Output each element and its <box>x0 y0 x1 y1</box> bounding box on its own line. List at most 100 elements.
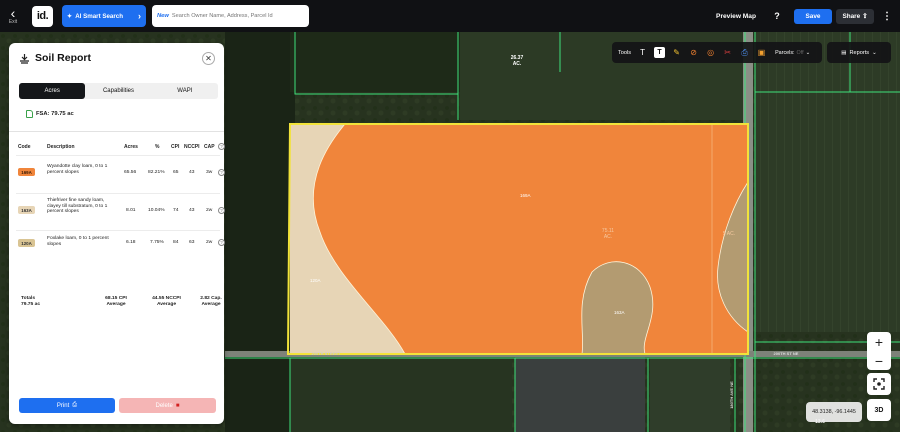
field-southmid <box>515 356 645 432</box>
zoom-in-button[interactable]: + <box>875 334 883 350</box>
exit-label: Exit <box>8 19 18 25</box>
help-circle-icon[interactable]: ? <box>218 239 225 246</box>
more-options-icon[interactable]: ⋮ <box>880 11 894 22</box>
soil-cap: 2w <box>206 208 213 213</box>
fit-bounds-button[interactable] <box>867 373 891 395</box>
search-input[interactable] <box>171 13 297 19</box>
soil-report-panel: Soil Report ✕ Acres Capabilities WAPI FS… <box>9 43 225 424</box>
table-row[interactable]: 169A Wyandotte clay loam, 0 to 1 percent… <box>16 162 225 192</box>
field-shape-icon <box>26 110 33 118</box>
road-label-south: 200TH STREET <box>311 351 341 356</box>
totals-nccpi-sub: Average <box>156 302 177 307</box>
scissors-icon[interactable]: ✂ <box>722 47 733 58</box>
col-header-code: Code <box>18 144 31 150</box>
coordinates-readout: 48.3138, -96.1445 <box>806 402 862 422</box>
printer-icon[interactable]: ⎙ <box>739 47 750 58</box>
totals-nccpi-block: 44.55 NCCPI Average <box>139 296 194 308</box>
delete-label: Delete <box>155 402 173 409</box>
tab-acres[interactable]: Acres <box>19 83 86 99</box>
help-circle-icon[interactable]: ? <box>218 207 225 214</box>
soil-cap: 3w <box>206 170 213 175</box>
col-header-cpi: CPI <box>171 144 180 150</box>
preview-map-button[interactable]: Preview Map <box>716 13 756 20</box>
print-label: Print <box>56 402 70 409</box>
acres-label-north: 26.37 AC. <box>510 55 524 67</box>
acres-label-east: 5 AC. <box>722 231 736 237</box>
panel-divider <box>9 131 224 132</box>
parcels-toggle[interactable]: Parcels: Off ⌄ <box>775 50 810 56</box>
totals-block: Totals 79.75 ac <box>21 296 40 308</box>
zoom-out-button[interactable]: − <box>875 353 883 369</box>
map-tools-bar: Tools T T ✎ ⊘ ◎ ✂ ⎙ ▣ Parcels: Off ⌄ <box>612 42 822 63</box>
col-header-percent: % <box>155 144 160 150</box>
row-divider <box>16 230 220 231</box>
reports-label: Reports <box>849 49 870 56</box>
fit-bounds-icon <box>873 378 885 390</box>
search-box[interactable]: New <box>152 5 309 27</box>
help-circle-icon[interactable]: ? <box>218 143 225 150</box>
print-button[interactable]: Print ⎙ <box>19 398 115 413</box>
chevron-right-icon: › <box>138 11 141 21</box>
table-row[interactable]: 120A Foxlake loam, 0 to 1 percent slopes… <box>16 233 225 255</box>
share-button[interactable]: Share ⇪ <box>836 8 874 24</box>
soil-acres: 65.56 <box>124 170 137 175</box>
fsa-summary: FSA: 79.75 ac <box>26 110 74 118</box>
lasso-icon[interactable]: ◎ <box>705 47 716 58</box>
ai-smart-search-label: AI Smart Search <box>75 12 123 20</box>
soil-percent: 82.21% <box>148 170 165 175</box>
table-row[interactable]: 163A Thiefriver fine sandy loam, clayey … <box>16 196 225 228</box>
top-bar: ‹ Exit id. ✦ AI Smart Search › New Previ… <box>0 0 900 32</box>
new-badge: New <box>157 13 169 19</box>
reports-icon: ▤ <box>841 49 847 56</box>
reports-dropdown[interactable]: ▤ Reports ⌄ <box>827 42 891 63</box>
soil-code-badge: 169A <box>18 168 35 176</box>
parcels-label: Parcels: <box>775 49 795 56</box>
close-icon[interactable]: ✕ <box>202 52 215 65</box>
fsa-label: FSA: 79.75 ac <box>36 111 74 117</box>
soil-cpi: 65 <box>173 170 179 175</box>
totals-cap-sub: Average <box>201 302 221 307</box>
soil-code-lower-label: 163A <box>614 310 625 315</box>
col-header-description: Description <box>47 144 75 150</box>
app-root: 26.37 AC. 75.11 AC. 5 AC. 13.6 169A 120A… <box>0 0 900 432</box>
soil-163A-area[interactable] <box>581 261 653 354</box>
soil-description: Foxlake loam, 0 to 1 percent slopes <box>47 236 109 247</box>
text-box-tool-icon[interactable]: T <box>654 47 666 58</box>
share-label: Share <box>842 12 861 20</box>
app-logo[interactable]: id. <box>32 5 53 27</box>
soil-percent: 10.04% <box>148 208 165 213</box>
text-tool-icon[interactable]: T <box>637 47 648 58</box>
parcels-state: Off <box>796 49 804 56</box>
trash-icon: ■ <box>175 402 180 409</box>
col-header-acres: Acres <box>124 144 138 150</box>
exit-button[interactable]: ‹ Exit <box>0 0 26 32</box>
soil-code-badge: 120A <box>18 239 35 247</box>
soil-acres: 6.18 <box>126 240 136 245</box>
parcels-icon: ▣ <box>757 48 766 57</box>
panel-header: Soil Report <box>19 52 91 64</box>
3d-toggle-button[interactable]: 3D <box>867 399 891 421</box>
pencil-icon[interactable]: ✎ <box>671 47 682 58</box>
tab-capabilities[interactable]: Capabilities <box>85 83 151 99</box>
delete-button[interactable]: Delete ■ <box>119 398 216 413</box>
soil-code-left-label: 120A <box>310 278 321 283</box>
help-circle-icon[interactable]: ? <box>218 169 225 176</box>
table-header-divider <box>16 155 220 156</box>
ruler-icon[interactable]: ⊘ <box>688 47 699 58</box>
acres-label-inner: 75.11 AC. <box>601 228 615 240</box>
panel-title: Soil Report <box>35 52 92 64</box>
tab-wapi[interactable]: WAPI <box>152 83 218 99</box>
totals-cap-block: 2.82 Cap. Average <box>191 296 231 308</box>
woodland-area <box>225 32 295 432</box>
help-button[interactable]: ? <box>770 9 784 23</box>
chevron-left-icon: ‹ <box>10 5 16 21</box>
col-header-cap: CAP <box>204 144 215 150</box>
soil-report-icon <box>20 53 29 64</box>
soil-nccpi: 43 <box>189 208 195 213</box>
share-icon: ⇪ <box>862 13 868 20</box>
soil-percent: 7.75% <box>150 240 164 245</box>
ai-smart-search-button[interactable]: ✦ AI Smart Search › <box>62 5 146 27</box>
chevron-down-icon: ⌄ <box>805 49 811 56</box>
save-button[interactable]: Save <box>794 8 832 24</box>
tools-label: Tools <box>618 49 632 56</box>
